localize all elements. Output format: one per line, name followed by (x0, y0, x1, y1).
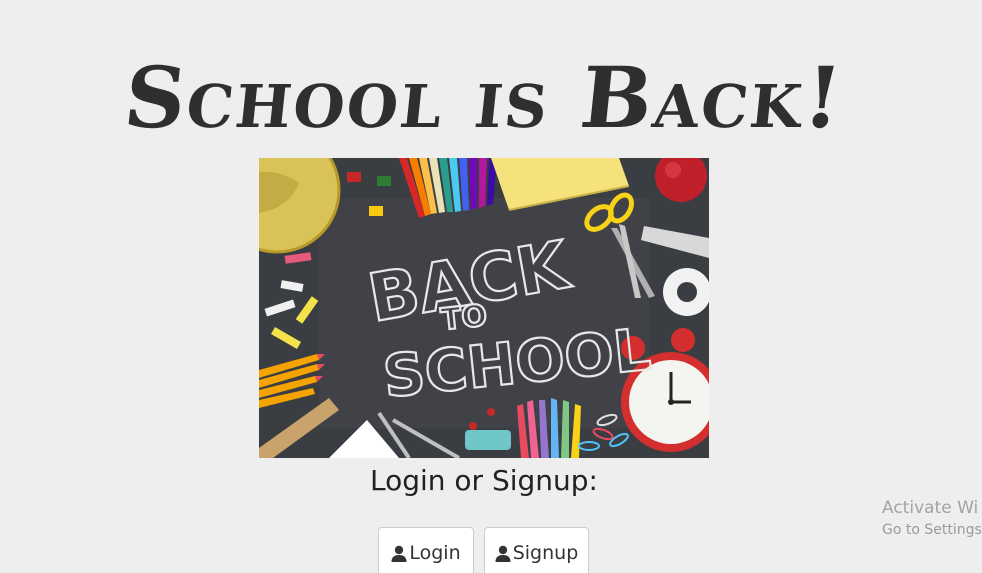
signup-button[interactable]: Signup (484, 527, 589, 573)
watermark-title: Activate Wi (882, 498, 979, 518)
user-icon (495, 545, 511, 562)
login-button[interactable]: Login (378, 527, 474, 573)
user-icon (391, 545, 407, 562)
login-button-label: Login (409, 542, 461, 564)
watermark-subtitle: Go to Settings t (882, 522, 982, 538)
back-to-school-image: BACK TO SCHOOL (259, 158, 709, 458)
windows-activation-watermark: Activate Wi Go to Settings t (882, 496, 982, 540)
page-title: School is Back! (119, 48, 849, 147)
login-signup-prompt: Login or Signup: (369, 464, 598, 497)
signup-button-label: Signup (512, 542, 579, 564)
